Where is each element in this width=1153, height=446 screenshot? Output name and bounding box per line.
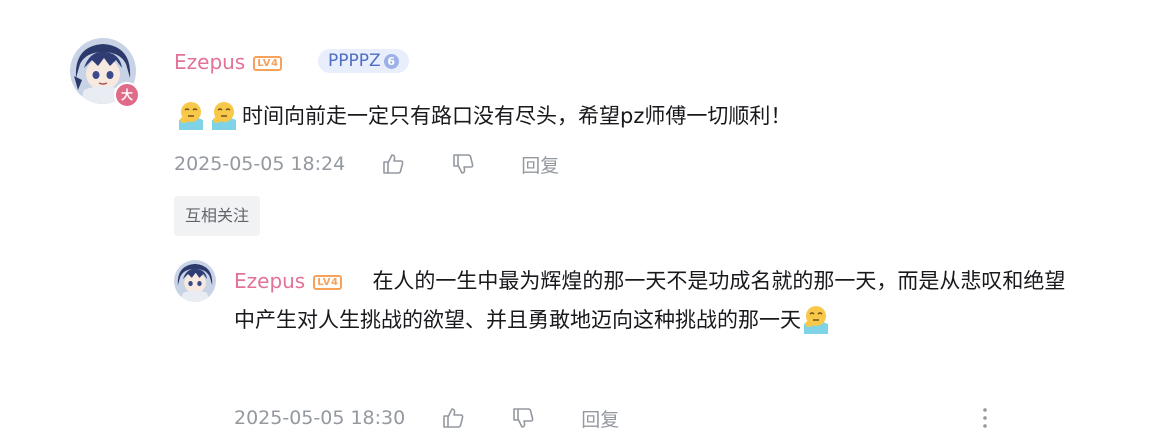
thinking-face-emoji — [212, 102, 236, 130]
reply-button[interactable]: 回复 — [581, 405, 619, 432]
reply-timestamp: 2025-05-05 18:30 — [234, 407, 406, 429]
level-badge: LV4 — [253, 56, 283, 71]
thumbs-down-icon[interactable] — [451, 152, 475, 176]
reply-meta: 2025-05-05 18:30 回复 — [234, 400, 619, 436]
thumbs-down-icon[interactable] — [511, 406, 535, 430]
comment-username-row: Ezepus LV4 — [174, 48, 283, 76]
comment-content: 时间向前走一定只有路口没有尽头，希望pz师傅一切顺利！ — [176, 98, 1076, 134]
reply-avatar[interactable] — [174, 260, 216, 302]
reply-username[interactable]: Ezepus — [234, 269, 305, 293]
more-options-icon[interactable] — [978, 404, 992, 432]
comment-avatar[interactable]: 大 — [70, 38, 140, 108]
comment-thread: 大 Ezepus LV4 PPPPZ 6 时间向前走一定只有路口没有尽头，希望pz师… — [0, 0, 1153, 446]
reply-button[interactable]: 回复 — [521, 151, 559, 178]
fan-medal-level: 6 — [383, 54, 399, 69]
avatar-badge: 大 — [114, 82, 140, 108]
comment-timestamp: 2025-05-05 18:24 — [174, 153, 346, 175]
thinking-face-emoji — [179, 102, 203, 130]
thinking-face-emoji — [804, 306, 828, 334]
reply-content: Ezepus LV4 在人的一生中最为辉煌的那一天不是功成名就的那一天，而是从悲叹和… — [234, 262, 1084, 340]
thumbs-up-icon[interactable] — [381, 152, 405, 176]
comment-text: 时间向前走一定只有路口没有尽头，希望pz师傅一切顺利！ — [242, 104, 792, 128]
reply-text: 在人的一生中最为辉煌的那一天不是功成名就的那一天，而是从悲叹和绝望中产生对人生挑… — [234, 269, 1066, 332]
comment-meta: 2025-05-05 18:24 回复 — [174, 146, 559, 182]
comment-username[interactable]: Ezepus — [174, 50, 245, 74]
fan-medal[interactable]: PPPPZ 6 — [318, 49, 409, 73]
level-badge: LV4 — [313, 274, 343, 290]
fan-medal-name: PPPPZ — [328, 51, 381, 71]
thumbs-up-icon[interactable] — [441, 406, 465, 430]
mutual-follow-tag: 互相关注 — [174, 196, 261, 236]
